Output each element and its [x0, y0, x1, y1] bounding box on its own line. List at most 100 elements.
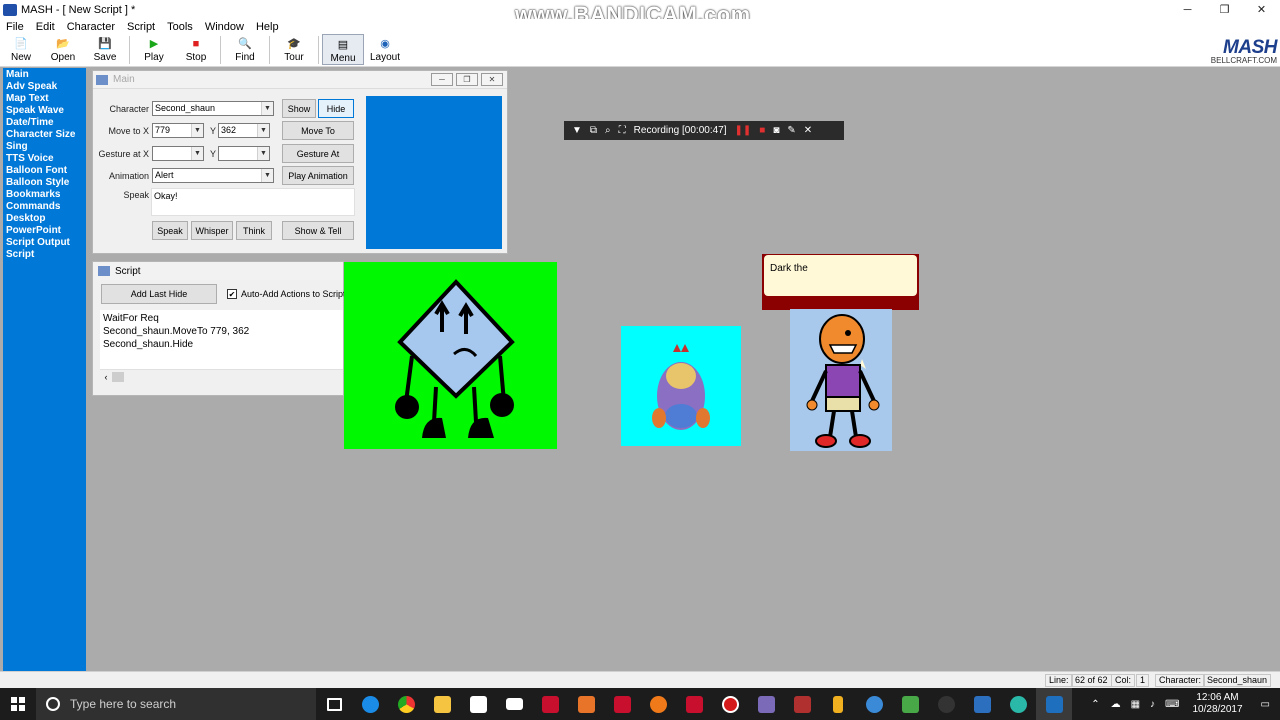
vsdc-icon[interactable] [964, 688, 1000, 720]
sidebar-item-desktop[interactable]: Desktop [6, 213, 83, 225]
search-icon[interactable]: ⌕ [605, 125, 611, 136]
new-button[interactable]: 📄 New [0, 34, 42, 65]
close-button[interactable]: ✕ [1243, 0, 1280, 19]
maximize-button[interactable]: ❐ [456, 73, 478, 86]
cloud-icon[interactable]: ☁ [1111, 699, 1121, 710]
play-animation-button[interactable]: Play Animation [282, 166, 354, 185]
mash-taskbar-icon[interactable] [1036, 688, 1072, 720]
open-button[interactable]: 📂 Open [42, 34, 84, 65]
sidebar-item-script[interactable]: Script [6, 249, 83, 261]
start-button[interactable] [0, 688, 36, 720]
add-last-hide-button[interactable]: Add Last Hide [101, 284, 217, 304]
character-purple-bird[interactable] [621, 326, 741, 446]
close-button[interactable]: ✕ [481, 73, 503, 86]
close-icon[interactable]: ✕ [804, 125, 812, 136]
menu-character[interactable]: Character [61, 21, 121, 33]
mcafee-icon[interactable] [676, 688, 712, 720]
taskbar-search[interactable]: Type here to search [36, 688, 316, 720]
sidebar-item-balloon-style[interactable]: Balloon Style [6, 177, 83, 189]
minimize-button[interactable]: ─ [1169, 0, 1206, 19]
tour-button[interactable]: 🎓 Tour [273, 34, 315, 65]
mcafee-icon[interactable] [532, 688, 568, 720]
save-button[interactable]: 💾 Save [84, 34, 126, 65]
volume-icon[interactable]: ♪ [1150, 699, 1155, 710]
sidebar-item-map-text[interactable]: Map Text [6, 93, 83, 105]
sidebar-item-date-time[interactable]: Date/Time [6, 117, 83, 129]
app-icon[interactable] [748, 688, 784, 720]
animation-select[interactable]: Alert ▼ [152, 168, 274, 183]
region-icon[interactable]: ⛶ [619, 125, 626, 136]
sidebar-item-sing[interactable]: Sing [6, 141, 83, 153]
menu-help[interactable]: Help [250, 21, 285, 33]
whisper-button[interactable]: Whisper [191, 221, 233, 240]
stop-record-icon[interactable]: ■ [759, 125, 765, 136]
app-icon[interactable] [892, 688, 928, 720]
tray-overflow-icon[interactable]: ⌃ [1091, 699, 1099, 710]
mcafee-icon[interactable] [604, 688, 640, 720]
sidebar-item-adv-speak[interactable]: Adv Speak [6, 81, 83, 93]
move-x-select[interactable]: 779 ▼ [152, 123, 204, 138]
chrome-icon[interactable] [388, 688, 424, 720]
avast-icon[interactable] [640, 688, 676, 720]
menu-edit[interactable]: Edit [30, 21, 61, 33]
search-app-icon[interactable] [856, 688, 892, 720]
pause-icon[interactable]: ❚❚ [735, 125, 752, 136]
sidebar-item-script-output[interactable]: Script Output [6, 237, 83, 249]
app-icon[interactable] [820, 688, 856, 720]
gesture-y-select[interactable]: ▼ [218, 146, 270, 161]
menu-tools[interactable]: Tools [161, 21, 199, 33]
mail-icon[interactable] [496, 688, 532, 720]
keyboard-icon[interactable]: ⌨ [1165, 699, 1179, 710]
script-editor[interactable]: WaitFor Req Second_shaun.MoveTo 779, 362… [100, 310, 343, 375]
window-mode-icon[interactable]: ⧉ [590, 125, 597, 136]
find-button[interactable]: 🔍 Find [224, 34, 266, 65]
sidebar-item-powerpoint[interactable]: PowerPoint [6, 225, 83, 237]
menu-file[interactable]: File [0, 21, 30, 33]
menu-window[interactable]: Window [199, 21, 250, 33]
menu-toggle-button[interactable]: ▤ Menu [322, 34, 364, 65]
auto-add-checkbox[interactable]: ✔ Auto-Add Actions to Script [227, 289, 346, 299]
sidebar-item-main[interactable]: Main [6, 69, 83, 81]
speak-input[interactable]: Okay! [151, 188, 355, 216]
pencil-icon[interactable]: ✎ [787, 125, 795, 136]
chevron-left-icon[interactable]: ‹ [100, 372, 112, 382]
character-second-shaun[interactable] [790, 309, 892, 451]
camera-icon[interactable]: ◙ [773, 125, 779, 136]
app-icon[interactable] [784, 688, 820, 720]
character-select[interactable]: Second_shaun ▼ [152, 101, 274, 116]
character-diamond[interactable] [344, 262, 557, 449]
stop-button[interactable]: ■ Stop [175, 34, 217, 65]
scroll-thumb[interactable] [112, 371, 124, 382]
sidebar-item-character-size[interactable]: Character Size [6, 129, 83, 141]
show-button[interactable]: Show [282, 99, 316, 118]
speak-button[interactable]: Speak [152, 221, 188, 240]
move-to-button[interactable]: Move To [282, 121, 354, 140]
think-button[interactable]: Think [236, 221, 272, 240]
maximize-button[interactable]: ❐ [1206, 0, 1243, 19]
sidebar-item-speak-wave[interactable]: Speak Wave [6, 105, 83, 117]
taskbar-clock[interactable]: 12:06 AM 10/28/2017 [1192, 692, 1242, 716]
network-icon[interactable]: ▦ [1131, 699, 1140, 710]
script-horizontal-scrollbar[interactable]: ‹ [100, 369, 343, 383]
app-icon[interactable] [928, 688, 964, 720]
file-explorer-icon[interactable] [424, 688, 460, 720]
minimize-button[interactable]: ─ [431, 73, 453, 86]
store-icon[interactable] [460, 688, 496, 720]
app-icon[interactable] [568, 688, 604, 720]
record-icon[interactable] [712, 688, 748, 720]
sidebar-item-tts-voice[interactable]: TTS Voice [6, 153, 83, 165]
gesture-x-select[interactable]: ▼ [152, 146, 204, 161]
task-view-icon[interactable] [316, 688, 352, 720]
play-button[interactable]: ▶ Play [133, 34, 175, 65]
sidebar-item-bookmarks[interactable]: Bookmarks [6, 189, 83, 201]
show-and-tell-button[interactable]: Show & Tell [282, 221, 354, 240]
menu-script[interactable]: Script [121, 21, 161, 33]
collapse-icon[interactable]: ▼ [572, 125, 582, 136]
notifications-icon[interactable]: ▭ [1261, 699, 1270, 710]
hide-button[interactable]: Hide [318, 99, 354, 118]
app-icon[interactable] [1000, 688, 1036, 720]
move-y-select[interactable]: 362 ▼ [218, 123, 270, 138]
sidebar-item-balloon-font[interactable]: Balloon Font [6, 165, 83, 177]
edge-icon[interactable] [352, 688, 388, 720]
sidebar-item-commands[interactable]: Commands [6, 201, 83, 213]
